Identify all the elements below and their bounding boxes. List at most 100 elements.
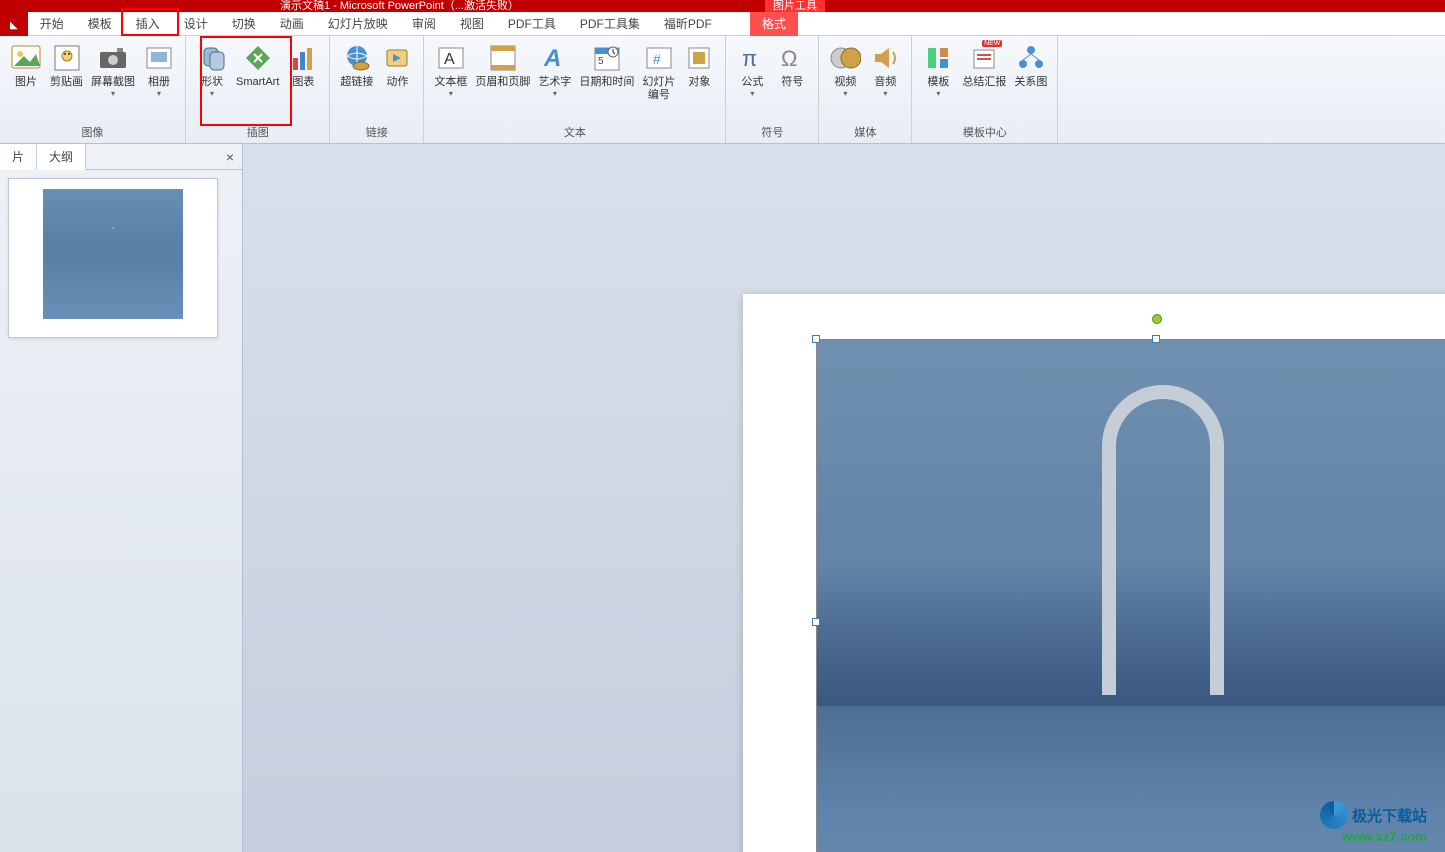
watermark-url: www.xz7.com: [1320, 829, 1427, 844]
group-label-symbol: 符号: [726, 122, 818, 143]
selected-image[interactable]: [816, 339, 1445, 852]
watermark-logo-icon: [1320, 801, 1348, 829]
speaker-icon: [869, 42, 901, 74]
slidenum-icon: #: [643, 42, 675, 74]
btn-textbox[interactable]: A 文本框▾: [430, 40, 471, 100]
tab-outline[interactable]: 大纲: [37, 144, 86, 170]
group-label-media: 媒体: [819, 122, 911, 143]
svg-text:Ω: Ω: [781, 46, 797, 71]
ribbon: 图片 剪贴画 屏幕截图▾ 相册▾ 图像 形状▾: [0, 36, 1445, 144]
tab-design[interactable]: 设计: [172, 12, 220, 36]
context-tool-tab[interactable]: 图片工具: [765, 0, 825, 12]
resize-handle-ml[interactable]: [812, 618, 820, 626]
tab-transition[interactable]: 切换: [220, 12, 268, 36]
svg-text:A: A: [543, 45, 561, 72]
svg-text:π: π: [742, 46, 757, 71]
tab-pdf1[interactable]: PDF工具: [496, 12, 568, 36]
svg-text:A: A: [444, 51, 455, 68]
btn-audio[interactable]: 音频▾: [865, 40, 905, 100]
resize-handle-tm[interactable]: [1152, 335, 1160, 343]
group-label-tplctr: 模板中心: [912, 122, 1057, 143]
picture-icon: [10, 42, 42, 74]
svg-text:#: #: [653, 51, 661, 67]
tab-animation[interactable]: 动画: [268, 12, 316, 36]
summary-icon: NEW: [968, 42, 1000, 74]
btn-symbol[interactable]: Ω 符号: [772, 40, 812, 91]
group-symbol: π 公式▾ Ω 符号 符号: [726, 36, 819, 143]
rotate-handle[interactable]: [1152, 314, 1162, 324]
clipart-icon: [51, 42, 83, 74]
btn-video[interactable]: 视频▾: [825, 40, 865, 100]
watermark-name: 极光下载站: [1352, 805, 1427, 826]
btn-tpl[interactable]: 模板▾: [918, 40, 958, 100]
album-icon: [143, 42, 175, 74]
btn-chart[interactable]: 图表: [283, 40, 323, 91]
btn-wordart[interactable]: A 艺术字▾: [534, 40, 575, 100]
tab-template[interactable]: 模板: [76, 12, 124, 36]
watermark: 极光下载站 www.xz7.com: [1320, 801, 1427, 844]
group-template-center: 模板▾ NEW 总结汇报 关系图 模板中心: [912, 36, 1058, 143]
btn-clipart[interactable]: 剪贴画: [46, 40, 87, 91]
tab-pdf2[interactable]: PDF工具集: [568, 12, 652, 36]
title-bar: 演示文稿1 - Microsoft PowerPoint（...激活失败） 图片…: [0, 0, 1445, 12]
smartart-icon: [242, 42, 274, 74]
btn-shapes[interactable]: 形状▾: [192, 40, 232, 100]
btn-hyperlink[interactable]: 超链接: [336, 40, 377, 91]
omega-icon: Ω: [776, 42, 808, 74]
btn-slidenum[interactable]: # 幻灯片 编号: [638, 40, 679, 104]
datetime-icon: 5: [591, 42, 623, 74]
group-text: A 文本框▾ 页眉和页脚 A 艺术字▾ 5 日期和时间 # 幻灯片 编号 对象: [424, 36, 726, 143]
object-icon: [683, 42, 715, 74]
btn-picture[interactable]: 图片: [6, 40, 46, 91]
btn-action[interactable]: 动作: [377, 40, 417, 91]
thumbnail-list[interactable]: [0, 170, 242, 852]
thumbnail-image: [43, 189, 183, 319]
btn-object[interactable]: 对象: [679, 40, 719, 91]
group-label-illus: 插图: [186, 122, 329, 143]
tab-view[interactable]: 视图: [448, 12, 496, 36]
btn-equation[interactable]: π 公式▾: [732, 40, 772, 100]
image-bridge-arch: [1102, 385, 1224, 695]
file-tab[interactable]: ◣: [0, 12, 28, 36]
group-label-image: 图像: [0, 122, 185, 143]
tab-slideshow[interactable]: 幻灯片放映: [316, 12, 400, 36]
slide-panel: 片 大纲 ×: [0, 144, 243, 852]
btn-relation[interactable]: 关系图: [1010, 40, 1051, 91]
slide-thumbnail-1[interactable]: [8, 178, 218, 338]
tab-slides-thumb[interactable]: 片: [0, 144, 37, 170]
btn-screenshot[interactable]: 屏幕截图▾: [87, 40, 139, 100]
btn-datetime[interactable]: 5 日期和时间: [575, 40, 638, 91]
btn-summary[interactable]: NEW 总结汇报: [958, 40, 1010, 91]
relation-icon: [1015, 42, 1047, 74]
tab-format[interactable]: 格式: [750, 12, 798, 36]
chart-icon: [287, 42, 319, 74]
svg-text:5: 5: [598, 56, 604, 67]
close-panel-icon[interactable]: ×: [226, 149, 234, 165]
tab-home[interactable]: 开始: [28, 12, 76, 36]
template-icon: [922, 42, 954, 74]
shapes-icon: [196, 42, 228, 74]
group-label-links: 链接: [330, 122, 423, 143]
resize-handle-tl[interactable]: [812, 335, 820, 343]
workspace: 片 大纲 ×: [0, 144, 1445, 852]
globe-link-icon: [341, 42, 373, 74]
btn-album[interactable]: 相册▾: [139, 40, 179, 100]
btn-headerfooter[interactable]: 页眉和页脚: [471, 40, 534, 91]
group-image: 图片 剪贴画 屏幕截图▾ 相册▾ 图像: [0, 36, 186, 143]
camera-icon: [97, 42, 129, 74]
btn-smartart[interactable]: SmartArt: [232, 40, 283, 91]
tab-review[interactable]: 审阅: [400, 12, 448, 36]
group-label-text: 文本: [424, 122, 725, 143]
side-tabs: 片 大纲 ×: [0, 144, 242, 170]
tab-foxit[interactable]: 福昕PDF: [652, 12, 724, 36]
tab-insert[interactable]: 插入: [124, 12, 172, 36]
wordart-icon: A: [539, 42, 571, 74]
slide-canvas[interactable]: [243, 144, 1445, 852]
headerfooter-icon: [487, 42, 519, 74]
textbox-icon: A: [435, 42, 467, 74]
pi-icon: π: [736, 42, 768, 74]
group-media: 视频▾ 音频▾ 媒体: [819, 36, 912, 143]
video-icon: [829, 42, 861, 74]
menu-bar: ◣ 开始 模板 插入 设计 切换 动画 幻灯片放映 审阅 视图 PDF工具 PD…: [0, 12, 1445, 36]
group-illustration: 形状▾ SmartArt 图表 插图: [186, 36, 330, 143]
